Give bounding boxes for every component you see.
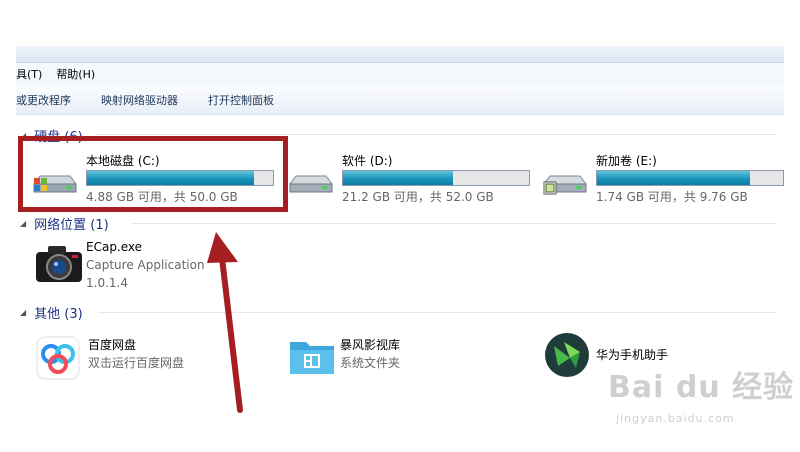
baidu-watermark-url: jingyan.baidu.com — [616, 412, 735, 425]
baidu-watermark-logo: Bai du 经验 — [608, 370, 795, 405]
